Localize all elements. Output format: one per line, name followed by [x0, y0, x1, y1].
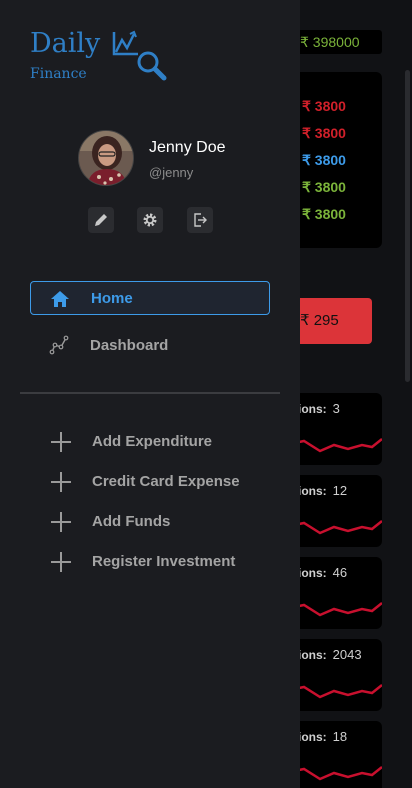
sparkline-icon: [294, 684, 382, 699]
app-logo: Daily Finance: [28, 26, 178, 86]
amount-item: ₹ 3800: [302, 206, 346, 222]
sparkline-icon: [294, 602, 382, 617]
logout-button[interactable]: [187, 207, 213, 233]
pencil-icon: [95, 214, 107, 226]
amount-item: ₹ 3800: [302, 179, 346, 195]
action-label: Add Funds: [92, 513, 171, 530]
plus-icon: [50, 551, 72, 573]
amount-item: ₹ 3800: [302, 152, 346, 168]
register-investment-button[interactable]: Register Investment: [50, 547, 280, 577]
nav-label: Home: [91, 289, 133, 307]
sparkline-icon: [294, 438, 382, 453]
transaction-label: ions:: [298, 648, 327, 662]
transaction-card[interactable]: ions: 3: [294, 393, 382, 465]
action-label: Register Investment: [92, 553, 236, 570]
nav-label: Dashboard: [90, 336, 169, 354]
amount-item: ₹ 3800: [302, 98, 346, 114]
logo-subtitle: Finance: [30, 66, 87, 82]
home-icon: [49, 288, 71, 310]
add-funds-button[interactable]: Add Funds: [50, 507, 280, 537]
sparkline-icon: [294, 766, 382, 781]
user-handle: @jenny: [149, 165, 194, 180]
amount-button[interactable]: ₹ 295: [294, 298, 372, 344]
transaction-label: ions:: [298, 566, 327, 580]
transaction-count: 12: [332, 483, 348, 498]
amount-item: ₹ 3800: [302, 125, 346, 141]
plus-icon: [50, 511, 72, 533]
edit-profile-button[interactable]: [88, 207, 114, 233]
user-name: Jenny Doe: [149, 139, 226, 156]
transaction-card[interactable]: ions: 2043: [294, 639, 382, 711]
plus-icon: [50, 471, 72, 493]
balance-pill: ₹ 398000: [294, 30, 382, 54]
credit-card-expense-button[interactable]: Credit Card Expense: [50, 467, 280, 497]
logo-title: Daily: [30, 28, 101, 59]
nav-item-home[interactable]: Home: [30, 281, 270, 315]
plus-icon: [50, 431, 72, 453]
transaction-card[interactable]: ions: 18: [294, 721, 382, 788]
user-photo-icon: [79, 131, 133, 185]
transaction-count: 2043: [332, 647, 362, 662]
transaction-count: 46: [332, 565, 348, 580]
magnifier-chart-icon: [112, 30, 167, 81]
settings-button[interactable]: [137, 207, 163, 233]
chart-line-icon: [48, 334, 70, 356]
transaction-label: ions:: [298, 730, 327, 744]
transaction-card[interactable]: ions: 12: [294, 475, 382, 547]
transaction-count: 18: [332, 729, 348, 744]
app-root: ₹ 398000 ₹ 3800 ₹ 3800 ₹ 3800 ₹ 3800 ₹ 3…: [0, 0, 412, 788]
add-expenditure-button[interactable]: Add Expenditure: [50, 427, 280, 457]
transaction-count: 3: [332, 401, 340, 416]
nav-drawer: Daily Finance Jenny Doe @jenny Home Dash…: [0, 0, 300, 788]
action-label: Credit Card Expense: [92, 473, 240, 490]
scrollbar[interactable]: [405, 70, 410, 382]
transaction-card[interactable]: ions: 46: [294, 557, 382, 629]
nav-item-dashboard[interactable]: Dashboard: [30, 328, 270, 362]
transaction-label: ions:: [298, 402, 327, 416]
action-label: Add Expenditure: [92, 433, 213, 450]
transaction-label: ions:: [298, 484, 327, 498]
gear-icon: [143, 213, 157, 227]
divider: [20, 392, 280, 394]
sparkline-icon: [294, 520, 382, 535]
logout-icon: [194, 213, 207, 227]
avatar[interactable]: [78, 130, 134, 186]
